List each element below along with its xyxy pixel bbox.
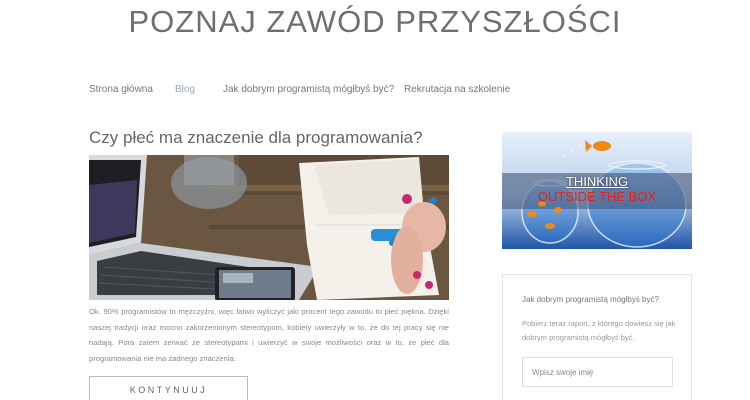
banner-line-thinking: THINKING [565, 174, 629, 189]
post-excerpt: Ok. 90% programistów to mężczyźni, więc … [89, 307, 449, 363]
desk-laptop-notebook-photo [89, 155, 449, 300]
banner-caption: THINKING OUTSIDE THE BOX [502, 174, 692, 204]
site-title[interactable]: POZNAJ ZAWÓD PRZYSZŁOŚCI [0, 4, 750, 40]
read-more-button[interactable]: KONTYNUUJ CZYTANIE... [89, 376, 248, 400]
name-input[interactable] [522, 357, 673, 387]
post-title[interactable]: Czy płeć ma znaczenie dla programowania? [89, 128, 423, 148]
post-featured-image[interactable] [89, 155, 449, 300]
banner-line-outside-the-box: OUTSIDE THE BOX [537, 189, 657, 204]
nav-item-home[interactable]: Strona główna [89, 84, 153, 95]
nav-item-recruitment[interactable]: Rekrutacja na szkolenie [404, 84, 510, 95]
widget-description: Pobierz teraz raport, z którego dowiesz … [522, 319, 676, 342]
nav-item-blog[interactable]: Blog [175, 84, 195, 95]
newsletter-widget: Jak dobrym programistą mógłbyś być? Pobi… [502, 274, 692, 400]
nav-item-quiz[interactable]: Jak dobrym programistą mógłbyś być? [223, 84, 394, 95]
thinking-outside-box-banner[interactable]: THINKING OUTSIDE THE BOX [502, 132, 692, 249]
widget-title: Jak dobrym programistą mógłbyś być? [522, 295, 659, 304]
